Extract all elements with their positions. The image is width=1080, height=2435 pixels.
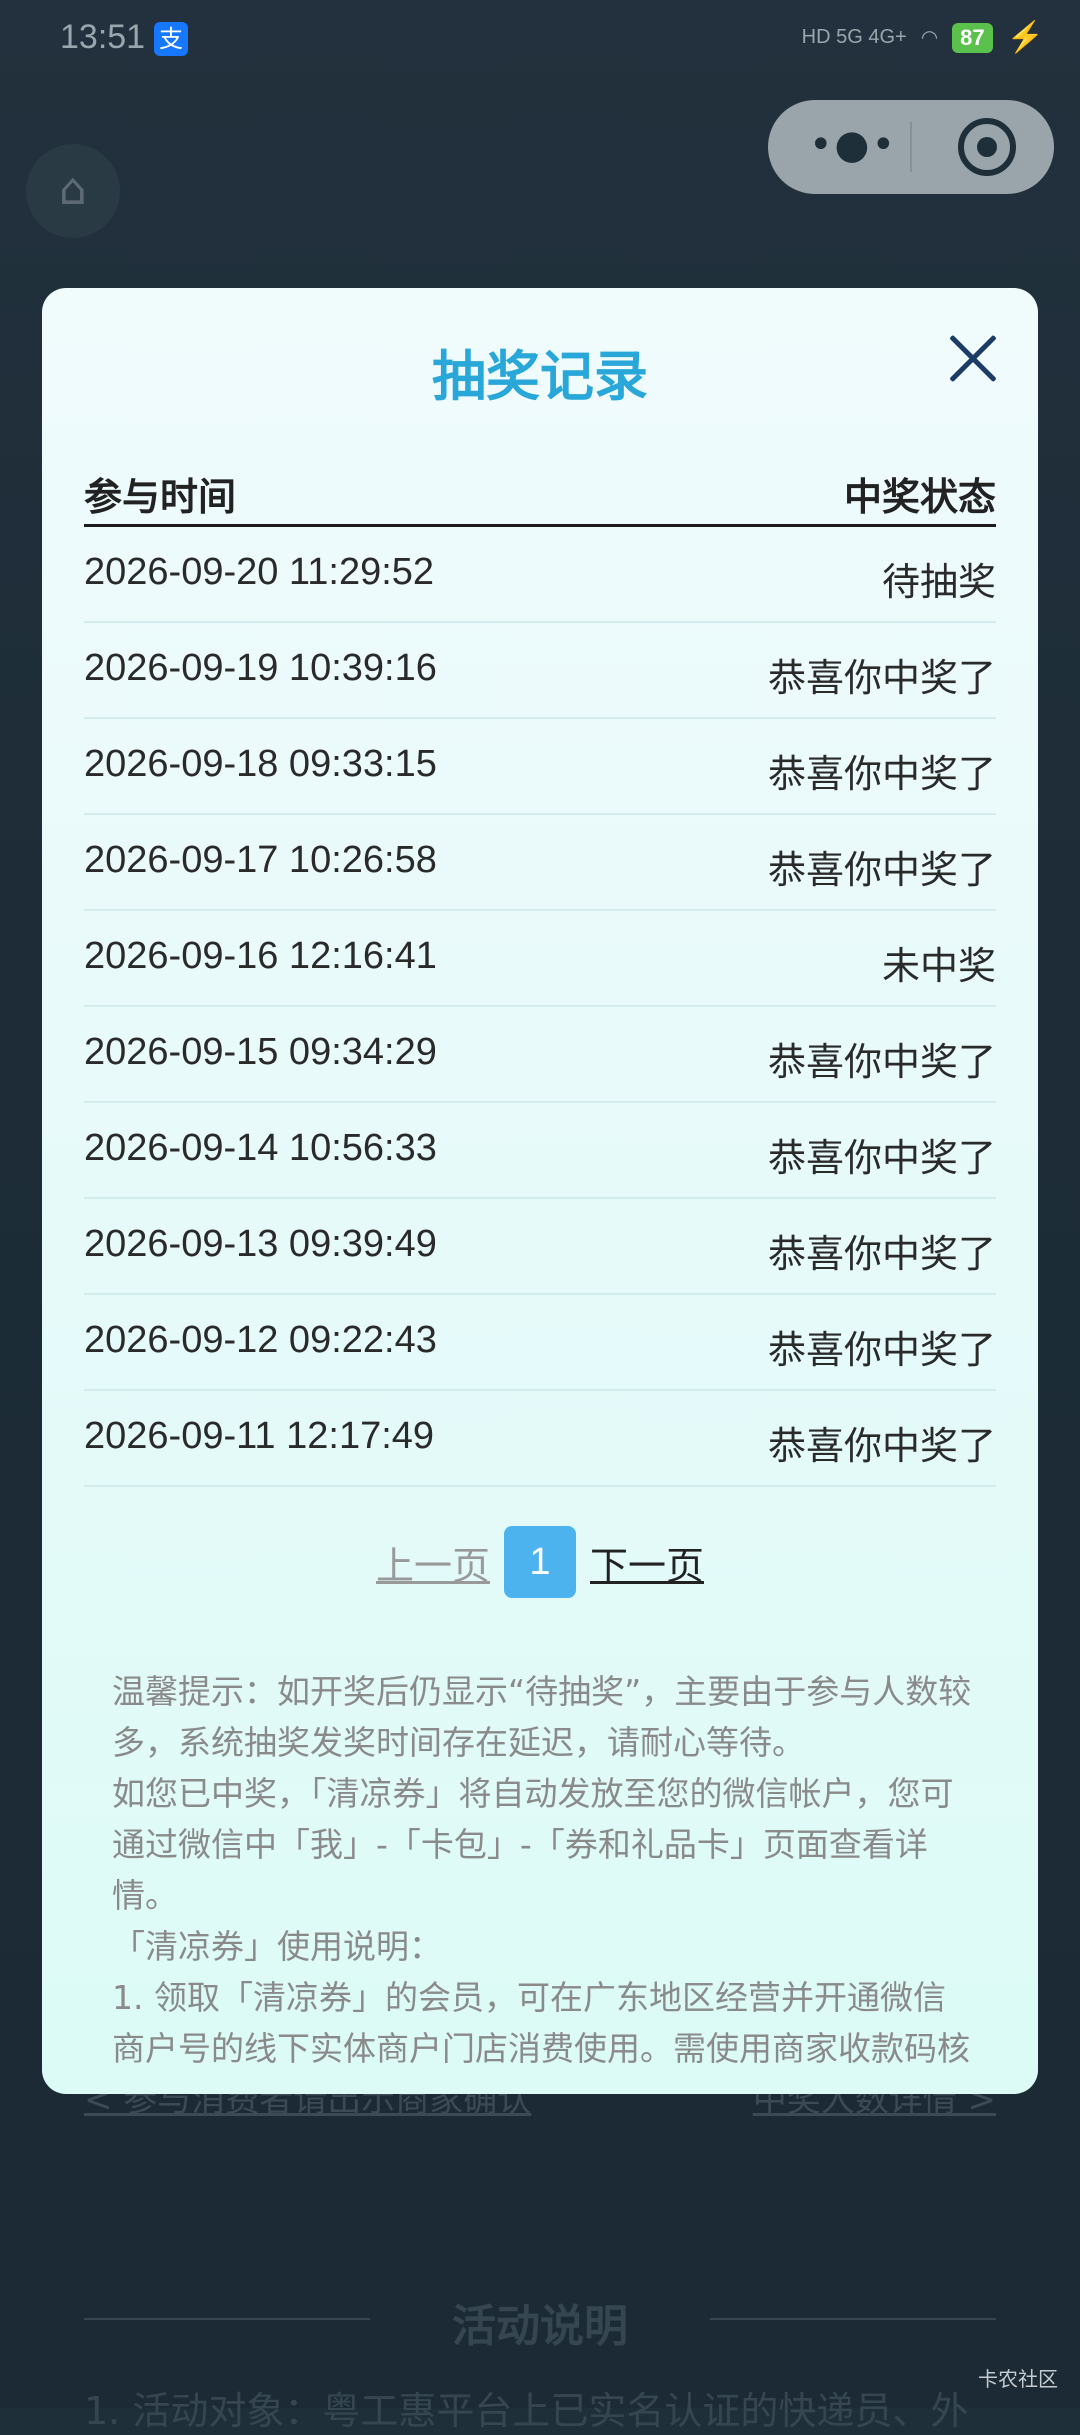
home-icon[interactable]: ⌂ bbox=[26, 144, 120, 238]
row-status: 未中奖 bbox=[881, 944, 996, 988]
tip-paragraph: 如您已中奖，「清凉券」将自动发放至您的微信帐户，您可通过微信中「我」-「卡包」-… bbox=[112, 1774, 954, 1915]
table-row: 2026-09-20 11:29:52 待抽奖 bbox=[84, 527, 996, 623]
tip-paragraph: 温馨提示：如开奖后仍显示“待抽奖”，主要由于参与人数较多，系统抽奖发奖时间存在延… bbox=[112, 1672, 972, 1762]
row-status: 恭喜你中奖了 bbox=[767, 1136, 996, 1180]
network-indicator: HD 5G 4G+ bbox=[801, 26, 907, 48]
table-row: 2026-09-18 09:33:15 恭喜你中奖了 bbox=[84, 719, 996, 815]
capsule-divider bbox=[910, 122, 912, 172]
column-header-status: 中奖状态 bbox=[843, 475, 996, 519]
lottery-record-modal: 抽奖记录 参与时间 中奖状态 2026-09-20 11:29:52 待抽奖 20… bbox=[42, 288, 1038, 2094]
more-icon[interactable]: •●• bbox=[808, 120, 898, 174]
row-time: 2026-09-19 10:39:16 bbox=[84, 647, 437, 689]
background-section-title: 活动说明 bbox=[0, 2290, 1080, 2354]
table-row: 2026-09-17 10:26:58 恭喜你中奖了 bbox=[84, 815, 996, 911]
row-status: 恭喜你中奖了 bbox=[767, 1424, 996, 1468]
row-status: 恭喜你中奖了 bbox=[767, 752, 996, 796]
target-icon[interactable] bbox=[958, 118, 1016, 176]
row-time: 2026-09-16 12:16:41 bbox=[84, 935, 437, 977]
row-status: 恭喜你中奖了 bbox=[767, 848, 996, 892]
row-time: 2026-09-13 09:39:49 bbox=[84, 1223, 437, 1265]
charging-icon: ⚡ bbox=[1006, 21, 1044, 54]
table-row: 2026-09-15 09:34:29 恭喜你中奖了 bbox=[84, 1007, 996, 1103]
row-time: 2026-09-18 09:33:15 bbox=[84, 743, 437, 785]
status-bar: 13:51 支 HD 5G 4G+ ◠ 87 ⚡ bbox=[0, 0, 1080, 84]
watermark: 卡农社区 bbox=[978, 2367, 1058, 2391]
row-time: 2026-09-11 12:17:49 bbox=[84, 1415, 435, 1457]
table-header: 参与时间 中奖状态 bbox=[84, 456, 996, 527]
row-status: 恭喜你中奖了 bbox=[767, 1232, 996, 1276]
table-row: 2026-09-11 12:17:49 恭喜你中奖了 bbox=[84, 1391, 996, 1487]
status-indicators: HD 5G 4G+ ◠ 87 ⚡ bbox=[802, 20, 1044, 55]
row-time: 2026-09-17 10:26:58 bbox=[84, 839, 437, 881]
battery-indicator: 87 bbox=[952, 22, 993, 53]
prev-page-link[interactable]: 上一页 bbox=[376, 1535, 490, 1590]
tips-text: 温馨提示：如开奖后仍显示“待抽奖”，主要由于参与人数较多，系统抽奖发奖时间存在延… bbox=[112, 1666, 972, 2074]
row-time: 2026-09-12 09:22:43 bbox=[84, 1319, 437, 1361]
row-status: 恭喜你中奖了 bbox=[767, 656, 996, 700]
wifi-icon: ◠ bbox=[920, 27, 939, 49]
modal-title: 抽奖记录 bbox=[432, 345, 648, 408]
row-status: 待抽奖 bbox=[881, 560, 996, 604]
record-table: 参与时间 中奖状态 2026-09-20 11:29:52 待抽奖 2026-09… bbox=[84, 456, 996, 1487]
row-time: 2026-09-20 11:29:52 bbox=[84, 551, 435, 593]
current-page-number[interactable]: 1 bbox=[504, 1526, 576, 1598]
table-row: 2026-09-12 09:22:43 恭喜你中奖了 bbox=[84, 1295, 996, 1391]
table-row: 2026-09-14 10:56:33 恭喜你中奖了 bbox=[84, 1103, 996, 1199]
tip-paragraph: 「清凉券」使用说明： bbox=[112, 1927, 442, 1966]
pagination: 上一页 1 下一页 bbox=[42, 1526, 1038, 1598]
row-time: 2026-09-14 10:56:33 bbox=[84, 1127, 437, 1169]
next-page-link[interactable]: 下一页 bbox=[590, 1535, 704, 1590]
row-time: 2026-09-15 09:34:29 bbox=[84, 1031, 437, 1073]
table-row: 2026-09-13 09:39:49 恭喜你中奖了 bbox=[84, 1199, 996, 1295]
alipay-icon: 支 bbox=[154, 22, 188, 56]
tip-paragraph: 1. 领取「清凉券」的会员，可在广东地区经营并开通微信商户号的线下实体商户门店消… bbox=[112, 1978, 970, 2068]
miniprogram-capsule: •●• bbox=[768, 100, 1054, 194]
close-icon[interactable] bbox=[948, 334, 998, 384]
column-header-time: 参与时间 bbox=[84, 475, 237, 519]
row-status: 恭喜你中奖了 bbox=[767, 1328, 996, 1372]
table-row: 2026-09-19 10:39:16 恭喜你中奖了 bbox=[84, 623, 996, 719]
status-time: 13:51 bbox=[60, 18, 146, 56]
row-status: 恭喜你中奖了 bbox=[767, 1040, 996, 1084]
table-row: 2026-09-16 12:16:41 未中奖 bbox=[84, 911, 996, 1007]
